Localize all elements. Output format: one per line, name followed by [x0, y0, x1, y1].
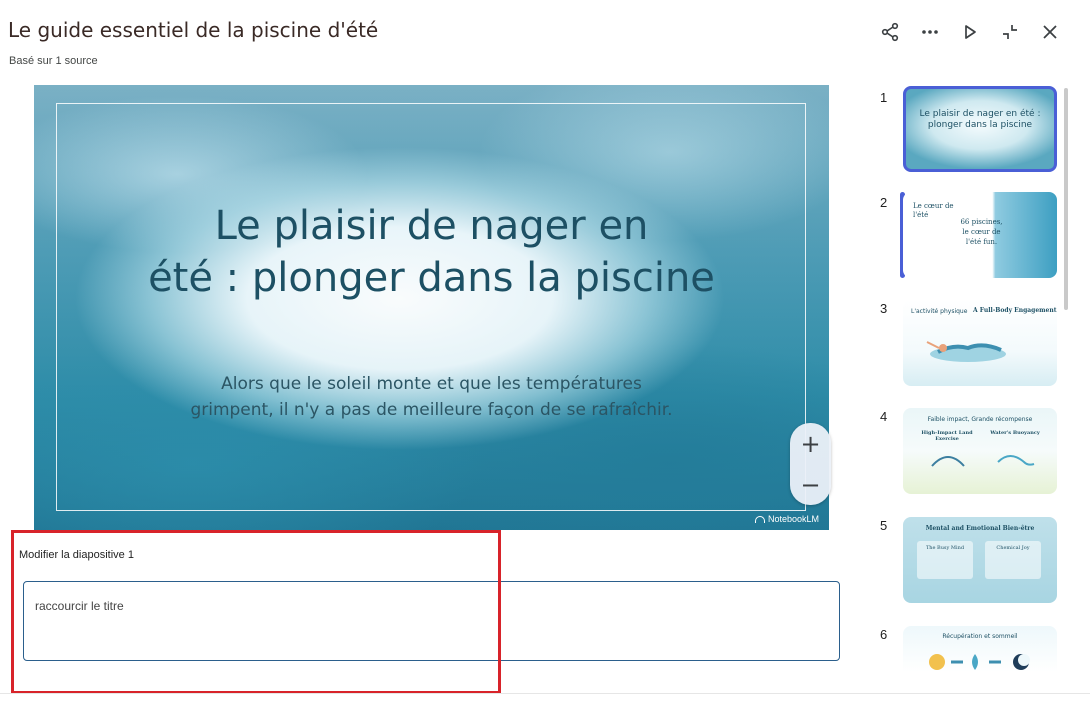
slide-body-line-2: grimpent, il n'y a pas de meilleure faço… [190, 400, 673, 420]
thumbnail-title: Le plaisir de nager en été : plonger dan… [919, 109, 1041, 130]
thumbnail-left-heading: High-Impact Land Exercise [921, 430, 973, 442]
edit-slide-input[interactable]: raccourcir le titre [23, 581, 840, 661]
toolbar [878, 18, 1062, 46]
slide-thumbnail-1[interactable]: Le plaisir de nager en été : plonger dan… [903, 86, 1057, 172]
thumbnail-title: L'activité physique [911, 308, 968, 315]
thumbnail-title: Mental and Emotional Bien-être [925, 525, 1035, 532]
slide-body: Alors que le soleil monte et que les tem… [34, 371, 829, 423]
slide-thumbnail-5[interactable]: Mental and Emotional Bien-être The Busy … [903, 517, 1057, 603]
slide-preview: Le plaisir de nager en été : plonger dan… [34, 85, 829, 530]
thumbnail-title: Le cœur de l'été [913, 202, 954, 219]
divider [0, 693, 1090, 694]
thumbnail-title: Récupération et sommeil [942, 633, 1018, 640]
thumbnail-number: 1 [880, 90, 888, 105]
thumbnail-number: 2 [880, 195, 888, 210]
zoom-in-button[interactable]: + [790, 423, 831, 464]
slide-body-line-1: Alors que le soleil monte et que les tem… [221, 374, 642, 394]
thumbnail-caption: 66 piscines, le cœur de l'été fun. [960, 218, 1003, 246]
slide-thumbnail-3[interactable]: L'activité physique A Full-Body Engageme… [903, 300, 1057, 386]
swimmer-illustration [926, 341, 1006, 362]
thumbnail-card-right-title: Chemical Joy [996, 545, 1030, 551]
thumbnail-number: 6 [880, 627, 888, 642]
slide-title-line-1: Le plaisir de nager en [214, 203, 649, 249]
thumbnail-number: 3 [880, 301, 888, 316]
thumbnail-scrollbar[interactable] [1064, 88, 1068, 310]
thumbnail-heading: A Full-Body Engagement [973, 307, 1057, 314]
source-count: Basé sur 1 source [9, 55, 98, 67]
thumbnail-number: 4 [880, 409, 888, 424]
slide-thumbnail-6[interactable]: Récupération et sommeil [903, 626, 1057, 692]
slide-frame [56, 103, 806, 511]
slide-title: Le plaisir de nager en été : plonger dan… [34, 200, 829, 304]
thumbnail-card-left: The Busy Mind [917, 541, 973, 579]
share-icon[interactable] [878, 18, 902, 46]
thumbnail-number: 5 [880, 518, 888, 533]
brand-watermark: NotebookLM [754, 514, 819, 524]
slide-thumbnail-4[interactable]: Faible impact, Grande récompense High-Im… [903, 408, 1057, 494]
thumbnail-card-left-title: The Busy Mind [925, 545, 965, 551]
impact-illustration [931, 455, 1035, 467]
close-icon[interactable] [1038, 18, 1062, 46]
collapse-icon[interactable] [998, 18, 1022, 46]
slide-thumbnail-2[interactable]: Le cœur de l'été 66 piscines, le cœur de… [903, 192, 1057, 278]
zoom-out-button[interactable]: − [790, 464, 831, 505]
sleep-cycle-illustration [929, 654, 1030, 670]
zoom-control: + − [790, 423, 831, 505]
slide-title-line-2: été : plonger dans la piscine [148, 255, 715, 301]
thumbnail-title: Faible impact, Grande récompense [927, 416, 1033, 423]
thumbnail-card-right: Chemical Joy [985, 541, 1041, 579]
page-title: Le guide essentiel de la piscine d'été [8, 18, 379, 42]
thumbnail-right-heading: Water's Buoyancy [990, 430, 1040, 436]
notebooklm-logo-icon [754, 515, 765, 523]
play-icon[interactable] [958, 18, 982, 46]
brand-label: NotebookLM [767, 514, 819, 524]
more-horizontal-icon[interactable] [918, 18, 942, 46]
edit-slide-label: Modifier la diapositive 1 [19, 549, 134, 561]
